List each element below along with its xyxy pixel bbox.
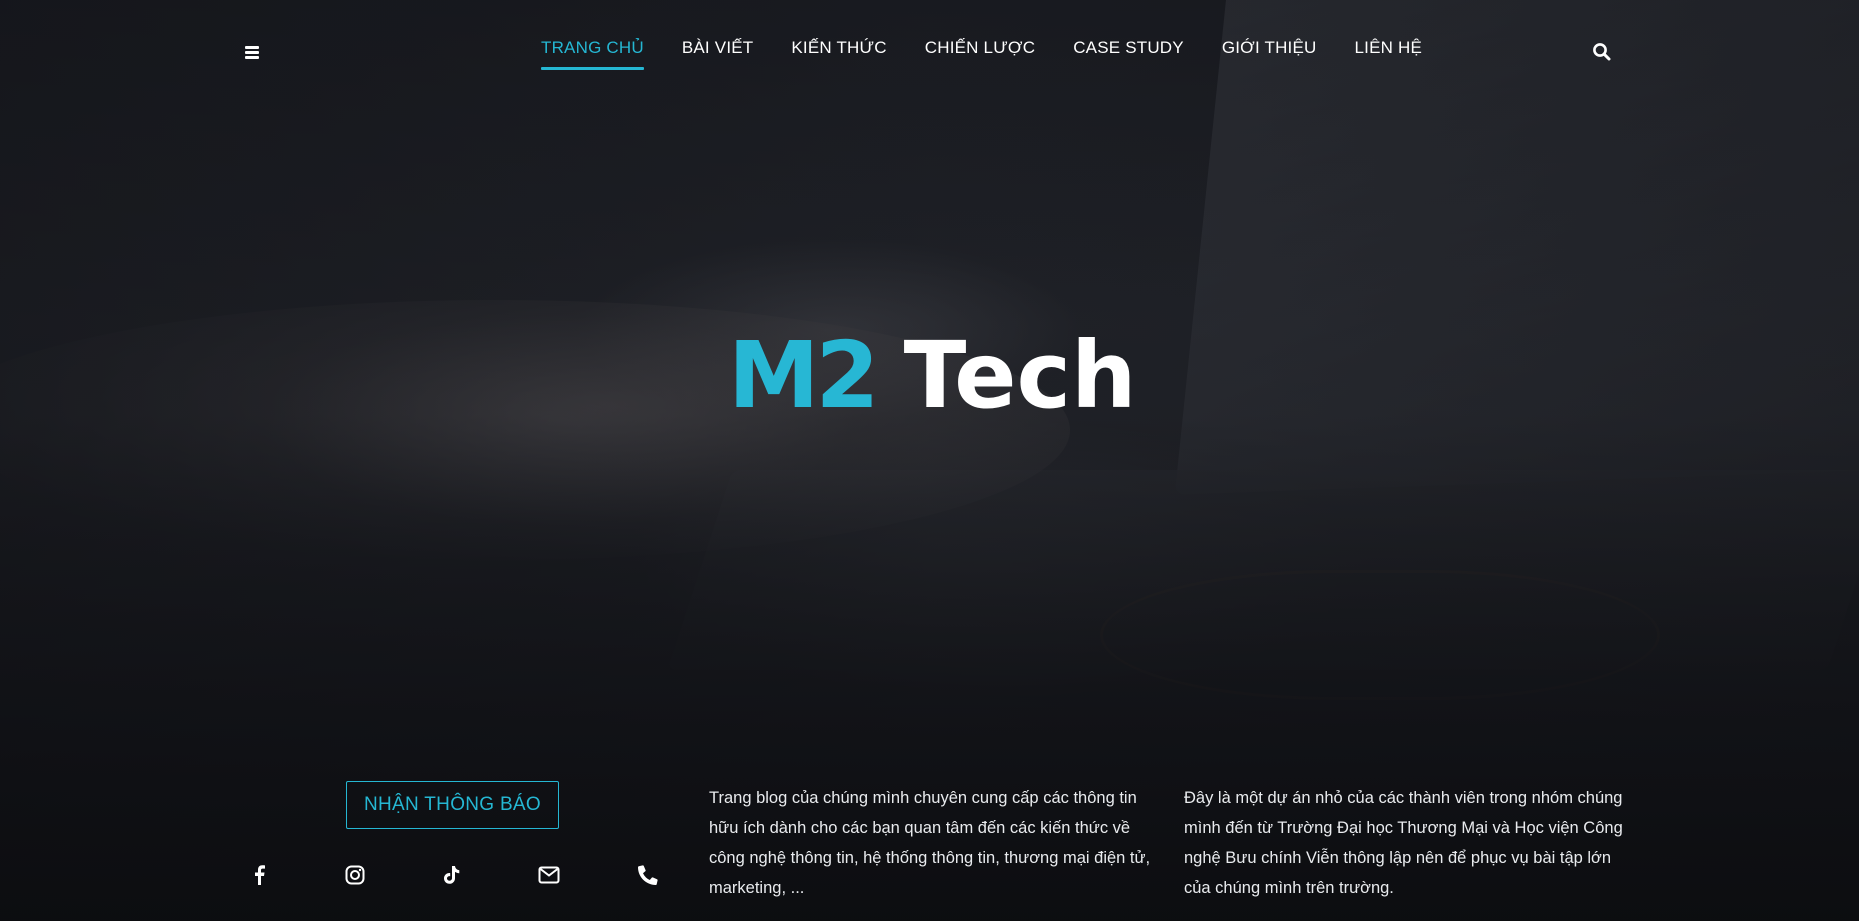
subscribe-button[interactable]: NHẬN THÔNG BÁO	[346, 781, 559, 829]
hamburger-menu-icon[interactable]	[242, 43, 264, 61]
nav-item-kien-thuc[interactable]: KIẾN THỨC	[791, 38, 886, 70]
facebook-icon[interactable]	[246, 862, 272, 888]
about-blog-text: Trang blog của chúng mình chuyên cung cấ…	[709, 789, 1151, 897]
main-navigation: TRANG CHỦ BÀI VIẾT KIẾN THỨC CHIẾN LƯỢC …	[541, 38, 1422, 70]
email-icon[interactable]	[536, 862, 562, 888]
site-logo[interactable]: M2 Tech	[728, 322, 1137, 429]
phone-icon[interactable]	[635, 862, 661, 888]
logo-tech-text: Tech	[903, 322, 1137, 429]
nav-item-gioi-thieu[interactable]: GIỚI THIỆU	[1222, 38, 1317, 70]
tiktok-icon[interactable]	[439, 862, 465, 888]
social-links	[246, 862, 666, 888]
nav-item-chien-luoc[interactable]: CHIẾN LƯỢC	[925, 38, 1035, 70]
about-project-text: Đây là một dự án nhỏ của các thành viên …	[1184, 789, 1623, 897]
nav-item-case-study[interactable]: CASE STUDY	[1073, 38, 1184, 70]
nav-item-trang-chu[interactable]: TRANG CHỦ	[541, 38, 644, 70]
top-navigation-bar: TRANG CHỦ BÀI VIẾT KIẾN THỨC CHIẾN LƯỢC …	[0, 0, 1859, 100]
nav-item-lien-he[interactable]: LIÊN HỆ	[1355, 38, 1423, 70]
logo-m2-text: M2	[728, 322, 880, 429]
search-icon[interactable]	[1592, 42, 1612, 62]
nav-item-bai-viet[interactable]: BÀI VIẾT	[682, 38, 754, 70]
instagram-icon[interactable]	[342, 862, 368, 888]
